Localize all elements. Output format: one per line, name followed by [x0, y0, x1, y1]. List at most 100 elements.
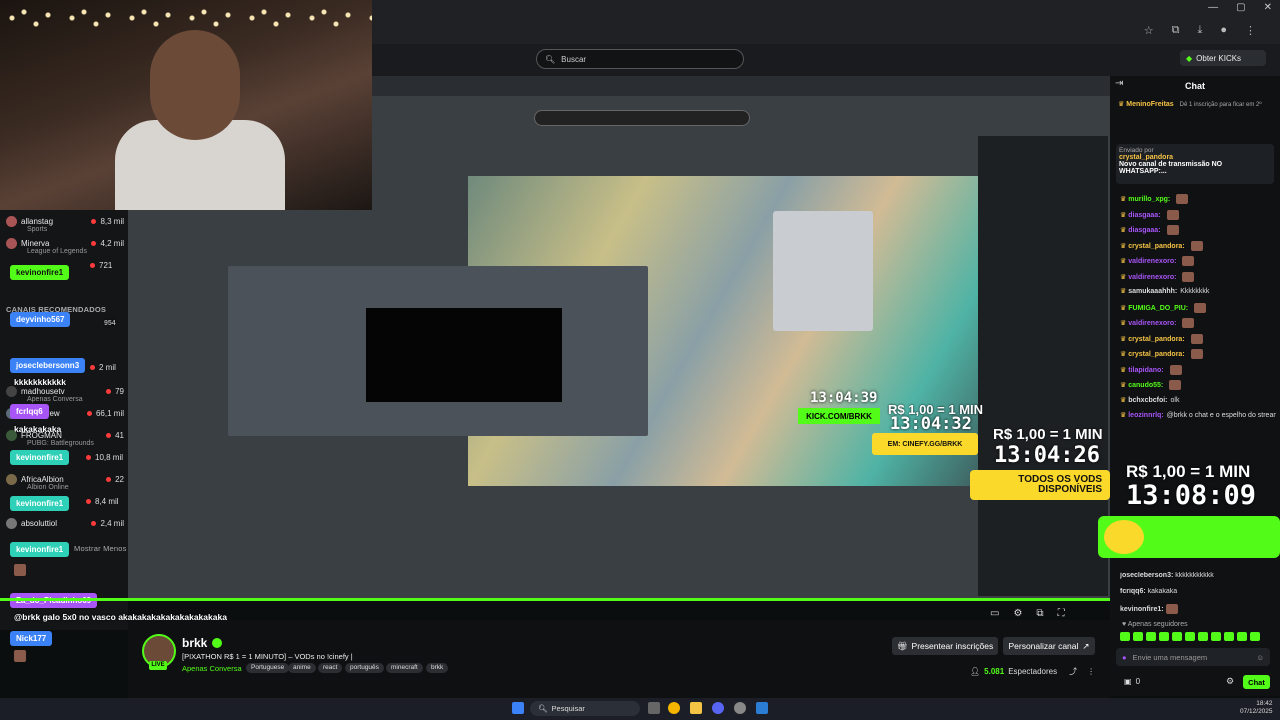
chat-username[interactable]: diasgaaa:: [1128, 211, 1160, 218]
chat-username[interactable]: leozinnrlq:: [1128, 412, 1163, 419]
tag-chip[interactable]: react: [318, 663, 343, 673]
downloads-icon[interactable]: ⤓: [1197, 24, 1202, 37]
fullscreen-icon[interactable]: ⛶: [1058, 608, 1065, 619]
minimize-button[interactable]: —: [1208, 2, 1218, 13]
show-less-link[interactable]: Mostrar Menos: [74, 544, 127, 553]
chrome-icon[interactable]: [668, 702, 680, 714]
app-icon[interactable]: [756, 702, 768, 714]
chat-username[interactable]: crystal_pandora:: [1128, 351, 1184, 358]
settings-app-icon[interactable]: [734, 702, 746, 714]
tag-chip[interactable]: português: [345, 663, 384, 673]
sidebar-item-label: AfricaAlbion: [21, 474, 64, 484]
chat-message: ♛ samukaaahhh: Kkkkkkkk: [1120, 287, 1276, 295]
chat-settings-icon[interactable]: ⚙: [1226, 676, 1234, 687]
search-icon: 🔍︎: [538, 704, 548, 713]
chat-message: ♛ diasgaaa:: [1120, 209, 1276, 220]
gift-subs-button[interactable]: 🎁︎ Presentear inscrições: [892, 637, 998, 655]
player-controls: ▭ ⚙ ⧉ ⛶: [990, 608, 1065, 619]
chat-username[interactable]: samukaaahhh:: [1128, 288, 1177, 295]
overlay-chat-user: Nick177: [10, 631, 53, 646]
pinned-sent-text: Novo canal de transmissão NO WHATSAPP:..…: [1119, 161, 1223, 175]
avatar: [6, 237, 17, 249]
maximize-button[interactable]: ▢: [1236, 2, 1245, 13]
theater-mode-icon[interactable]: ▭: [990, 608, 999, 619]
tag-chip[interactable]: brkk: [426, 663, 449, 673]
sidebar-item-absoluttiol[interactable]: absoluttiol 2,4 mil: [6, 516, 124, 530]
avatar: [6, 473, 17, 485]
taskbar-search-label: Pesquisar: [551, 704, 585, 713]
live-dot-icon: [91, 520, 97, 526]
bookmark-star-icon[interactable]: ☆: [1144, 24, 1154, 37]
badge-icon: ♛: [1120, 195, 1129, 203]
close-window-button[interactable]: ✕: [1264, 2, 1272, 13]
chat-message: ♛ crystal_pandora:: [1120, 333, 1276, 344]
live-dot-icon: [91, 240, 97, 246]
gift-icon: 🎁︎: [896, 640, 908, 651]
overlay-vods-promo: TODOS OS VODS DISPONÍVEIS: [970, 470, 1110, 500]
chat-username[interactable]: kevinonfire1:: [1120, 606, 1164, 613]
nested-clock-mid: 13:04:32: [890, 414, 972, 434]
chat-text: olk: [1170, 396, 1180, 404]
menu-kebab-icon[interactable]: ⋮: [1245, 24, 1256, 37]
badge-icon: ♛: [1120, 242, 1129, 250]
emote-icon: [1176, 194, 1189, 204]
followers-only-notice: ♥ Apenas seguidores: [1122, 621, 1188, 628]
mic-icon[interactable]: ●: [1122, 653, 1127, 662]
chat-username[interactable]: valdirenexoro:: [1128, 258, 1176, 265]
chat-text: kakakaka: [1147, 588, 1178, 595]
live-dot-icon: [86, 454, 91, 460]
settings-icon[interactable]: ⚙: [1013, 608, 1022, 619]
chat-username[interactable]: josecleberson3:: [1120, 572, 1173, 579]
gift-subs-label: Presentear inscrições: [911, 641, 994, 651]
taskbar-clock[interactable]: 18:42 07/12/2025: [1240, 700, 1273, 716]
profile-avatar-icon[interactable]: ●: [1220, 24, 1227, 37]
chat-username[interactable]: bchxcbcfoi:: [1128, 397, 1167, 404]
chat-username[interactable]: murillo_xpg:: [1128, 196, 1170, 203]
sidebar-item-allanstag[interactable]: allanstag 8,3 mil: [6, 214, 124, 228]
search-input[interactable]: 🔍︎ Buscar: [536, 49, 744, 69]
cinefy-logo: [1104, 520, 1144, 554]
chat-username[interactable]: tilapidano:: [1128, 366, 1163, 373]
task-view-icon[interactable]: [648, 702, 660, 714]
chat-username[interactable]: FUMIGA_DO_PIU:: [1128, 304, 1188, 311]
sidebar-item-category: Apenas Conversa: [27, 396, 83, 403]
share-icon[interactable]: ⤴: [1069, 666, 1077, 677]
emoji-icon[interactable]: ☺: [1256, 653, 1264, 662]
tag-chip[interactable]: anime: [288, 663, 316, 673]
kicks-balance[interactable]: ▣ 0: [1124, 677, 1140, 686]
chat-message-input[interactable]: ● Envie uma mensagem ☺: [1116, 648, 1270, 666]
tag-chip[interactable]: Portuguese: [246, 663, 290, 673]
nested-black-screen: [366, 308, 562, 402]
viewer-count: 721: [99, 260, 113, 270]
chat-username[interactable]: valdirenexoro:: [1128, 273, 1176, 280]
chat-send-button[interactable]: Chat: [1243, 675, 1270, 689]
chat-username[interactable]: diasgaaa:: [1128, 227, 1160, 234]
discord-icon[interactable]: [712, 702, 724, 714]
stream-progress-bar[interactable]: [0, 598, 1110, 601]
emote-icon: [1169, 364, 1182, 375]
webcam-overlay: [0, 0, 372, 210]
taskbar-search[interactable]: 🔍︎ Pesquisar: [530, 701, 640, 716]
chat-username[interactable]: fcriqq6:: [1120, 588, 1146, 595]
overlay-chat-tag: kevinonfire1: [10, 265, 70, 280]
chat-username[interactable]: canudo55:: [1128, 382, 1163, 389]
extensions-icon[interactable]: ⧉: [1172, 24, 1180, 37]
badge-icon: ♛: [1120, 366, 1129, 374]
channel-name[interactable]: brkk: [182, 636, 223, 650]
badge-icon: ♛: [1120, 211, 1129, 219]
tag-chip[interactable]: minecraft: [386, 663, 423, 673]
windows-start-icon[interactable]: [512, 702, 524, 714]
pip-icon[interactable]: ⧉: [1036, 608, 1043, 619]
emote-quick-row[interactable]: [1120, 632, 1270, 642]
more-options-icon[interactable]: ⋮: [1087, 667, 1095, 676]
stream-category[interactable]: Apenas Conversa: [182, 664, 242, 673]
chat-username[interactable]: crystal_pandora:: [1128, 335, 1184, 342]
file-explorer-icon[interactable]: [690, 702, 702, 714]
viewer-count-label: Espectadores: [1008, 667, 1058, 676]
chat-username[interactable]: crystal_pandora:: [1128, 242, 1184, 249]
chat-username[interactable]: valdirenexoro:: [1128, 320, 1176, 327]
kicks-coin-icon: ◆: [1186, 53, 1193, 63]
chat-message: ♛ bchxcbcfoi: olk: [1120, 396, 1276, 404]
get-kicks-button[interactable]: ◆ Obter KICKs: [1180, 50, 1266, 66]
customize-channel-button[interactable]: Personalizar canal ↗: [1003, 637, 1095, 655]
